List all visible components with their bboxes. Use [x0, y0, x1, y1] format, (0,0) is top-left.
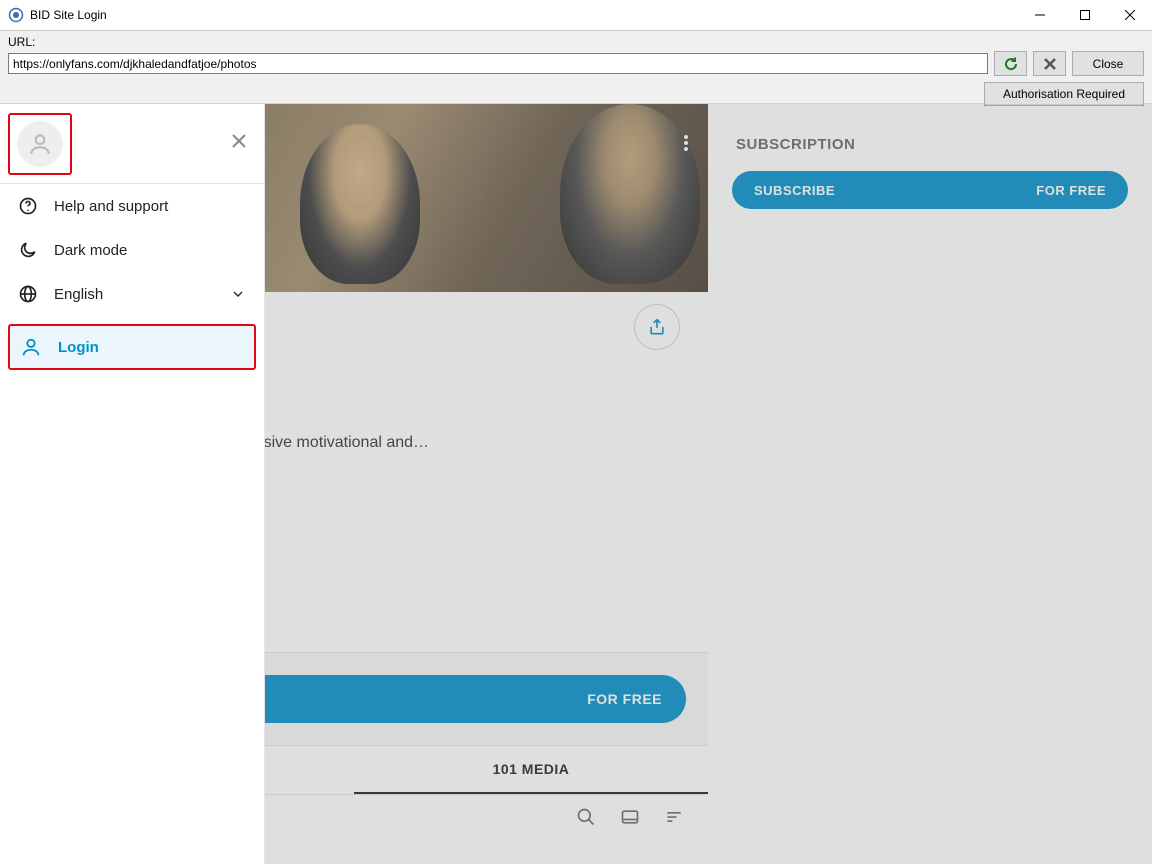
sidebar-item-label: Login — [58, 339, 99, 356]
search-icon[interactable] — [576, 807, 596, 827]
sidebar-item-login[interactable]: Login — [10, 326, 254, 368]
refresh-icon — [1003, 56, 1019, 72]
sidebar-avatar[interactable] — [8, 113, 72, 175]
subscribe-button-side[interactable]: SUBSCRIBE FOR FREE — [732, 171, 1128, 209]
sidebar-item-language[interactable]: English — [0, 272, 264, 316]
sort-icon[interactable] — [664, 807, 684, 827]
url-label: URL: — [8, 35, 1144, 49]
url-toolbar: URL: Close Authorisation Required — [0, 31, 1152, 104]
sidebar-menu: Help and support Dark mode English Login — [0, 104, 265, 864]
sidebar-item-help[interactable]: Help and support — [0, 184, 264, 228]
help-icon — [18, 196, 38, 216]
maximize-button[interactable] — [1062, 0, 1107, 30]
close-sidebar-button[interactable] — [230, 132, 248, 155]
app-icon — [8, 7, 24, 23]
sidebar-item-dark-mode[interactable]: Dark mode — [0, 228, 264, 272]
person-icon — [27, 131, 53, 157]
refresh-button[interactable] — [994, 51, 1027, 76]
chevron-down-icon — [230, 286, 246, 302]
tab-media[interactable]: 101 MEDIA — [354, 746, 708, 794]
share-button[interactable] — [634, 304, 680, 350]
cancel-icon — [1043, 57, 1057, 71]
titlebar: BID Site Login — [0, 0, 1152, 31]
page-content: nd Fat Joe K Likes • 107.1K Fans — [0, 104, 1152, 864]
url-input[interactable] — [8, 53, 988, 74]
sidebar-item-label: English — [54, 286, 214, 303]
close-icon — [230, 132, 248, 150]
more-menu-button[interactable] — [684, 135, 688, 156]
minimize-button[interactable] — [1017, 0, 1062, 30]
close-page-button[interactable]: Close — [1072, 51, 1144, 76]
sidebar-item-label: Dark mode — [54, 242, 246, 259]
moon-icon — [18, 240, 38, 260]
person-icon — [20, 336, 42, 358]
share-icon — [647, 317, 667, 337]
window-title: BID Site Login — [30, 8, 1017, 22]
cancel-nav-button[interactable] — [1033, 51, 1066, 76]
sidebar-item-label: Help and support — [54, 198, 246, 215]
authorisation-required-button[interactable]: Authorisation Required — [984, 82, 1144, 106]
dots-icon — [684, 135, 688, 151]
window-close-button[interactable] — [1107, 0, 1152, 30]
panel-icon[interactable] — [620, 807, 640, 827]
subscription-heading: SUBSCRIPTION — [736, 136, 1128, 153]
globe-icon — [18, 284, 38, 304]
